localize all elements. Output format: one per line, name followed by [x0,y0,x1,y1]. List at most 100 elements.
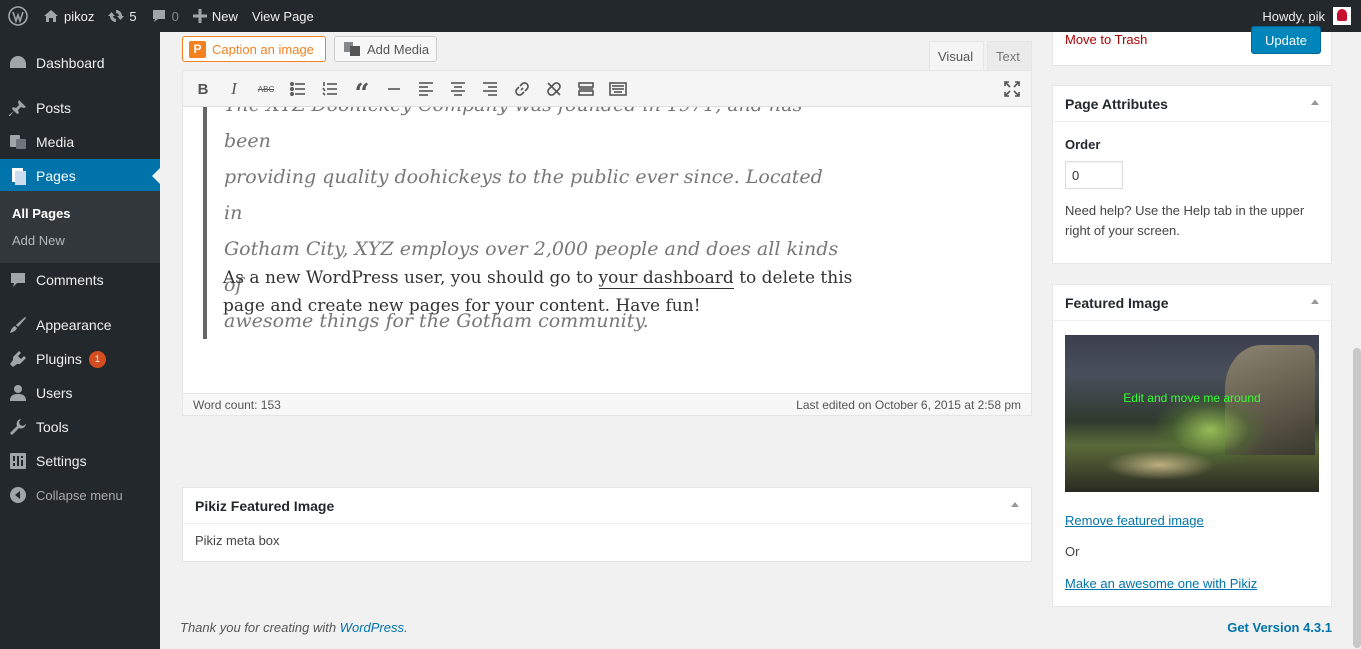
media-icon [344,42,360,56]
pages-icon [12,168,26,185]
plugins-update-badge: 1 [88,350,106,368]
avatar [1333,7,1351,25]
move-to-trash-link[interactable]: Move to Trash [1065,32,1147,47]
sidebar-item-label: Dashboard [36,55,105,71]
footer-thanks: Thank you for creating with WordPress. [180,620,408,635]
my-account[interactable]: Howdy, pik [1262,7,1361,25]
remove-featured-image-link[interactable]: Remove featured image [1065,513,1204,528]
wordpress-logo-icon[interactable] [0,0,36,32]
featured-image-thumbnail[interactable]: Edit and move me around [1065,335,1319,492]
updates-icon [108,10,125,22]
view-page-label: View Page [251,8,314,24]
sidebar-item-dashboard[interactable]: Dashboard [0,46,160,80]
caption-image-button[interactable]: P Caption an image [182,36,326,62]
wordpress-link[interactable]: WordPress [340,620,404,635]
view-page-link[interactable]: View Page [245,0,321,32]
make-with-pikiz-link[interactable]: Make an awesome one with Pikiz [1065,576,1257,591]
paragraph-text: As a new WordPress user, you should go t… [223,268,599,288]
plus-icon [192,9,207,23]
footer-thanks-end: . [404,620,408,635]
insert-link-button[interactable] [510,77,534,101]
remove-link-button[interactable] [542,77,566,101]
toggle-arrow-icon[interactable] [1011,502,1019,507]
order-label: Order [1065,137,1101,152]
bold-button[interactable]: B [191,77,215,101]
italic-button[interactable]: I [222,77,246,101]
dashboard-link[interactable]: your dashboard [598,268,734,289]
sidebar-item-label: Comments [36,272,104,288]
last-edited: Last edited on October 6, 2015 at 2:58 p… [796,397,1021,412]
comment-icon [11,273,25,287]
sidebar-item-pages[interactable]: Pages [0,159,160,193]
bullet-list-icon [290,82,305,96]
toolbar-toggle-button[interactable] [606,77,630,101]
scrollbar-thumb[interactable] [1353,348,1361,648]
tab-text-label: Text [996,49,1020,64]
unlink-icon [547,82,561,96]
align-right-icon [483,82,497,96]
sidebar-item-users[interactable]: Users [0,376,160,410]
numbered-list-button[interactable] [318,77,342,101]
submenu-add-new[interactable]: Add New [12,233,65,248]
pikiz-featured-image-box: Pikiz Featured Image Pikiz meta box [182,487,1032,562]
read-more-button[interactable] [574,77,598,101]
keyboard-icon [609,82,627,96]
word-count: Word count: 153 [193,397,281,412]
bullet-list-button[interactable] [286,77,310,101]
collapse-menu-button[interactable]: Collapse menu [0,478,160,512]
collapse-arrow-icon [10,487,26,503]
toggle-arrow-icon[interactable] [1311,100,1319,105]
wrench-icon [10,419,26,435]
sidebar-item-label: Settings [36,453,87,469]
tab-text[interactable]: Text [987,41,1032,71]
blockquote-button[interactable]: “ [350,77,374,109]
version-link[interactable]: Get Version 4.3.1 [1227,620,1332,635]
settings-icon [10,453,26,469]
add-media-button[interactable]: Add Media [334,36,437,62]
sidebar-item-settings[interactable]: Settings [0,444,160,478]
image-overlay-text: Edit and move me around [1123,391,1261,405]
howdy-text: Howdy, pik [1262,8,1325,24]
fullscreen-button[interactable] [1000,77,1024,101]
order-field[interactable] [1065,161,1123,189]
postbox-title[interactable]: Pikiz Featured Image [183,488,1031,524]
align-left-icon [419,82,433,96]
sidebar-item-label: Plugins [36,351,82,367]
toggle-arrow-icon[interactable] [1311,299,1319,304]
editor-status-bar: Word count: 153 Last edited on October 6… [183,393,1031,415]
new-content-link[interactable]: New [186,0,245,32]
postbox-title[interactable]: Featured Image [1053,285,1331,321]
sidebar-item-tools[interactable]: Tools [0,410,160,444]
sidebar-item-media[interactable]: Media [0,125,160,159]
updates-count: 5 [129,8,137,24]
tab-visual[interactable]: Visual [929,41,984,71]
sidebar-item-plugins[interactable]: Plugins 1 [0,342,160,376]
strikethrough-button[interactable]: ABC [254,77,278,101]
image-water [1105,450,1215,480]
paragraph: As a new WordPress user, you should go t… [223,264,883,320]
featured-image-box: Featured Image Edit and move me around R… [1052,284,1332,607]
align-right-button[interactable] [478,77,502,101]
update-button[interactable]: Update [1251,26,1321,54]
comments-link[interactable]: 0 [144,0,186,32]
add-media-label: Add Media [367,41,430,57]
user-icon [10,385,26,401]
align-center-button[interactable] [446,77,470,101]
pages-submenu: All Pages Add New [0,191,160,263]
read-more-icon [578,82,594,96]
caption-button-label: Caption an image [212,41,314,57]
submenu-all-pages[interactable]: All Pages [12,206,71,221]
editor-content[interactable]: The XYZ Doohickey Company was founded in… [183,107,1031,393]
plugin-icon [10,351,26,367]
pikiz-logo-icon: P [189,40,206,58]
comment-icon [152,10,165,22]
updates-link[interactable]: 5 [101,0,143,32]
align-left-button[interactable] [414,77,438,101]
postbox-title[interactable]: Page Attributes [1053,86,1331,122]
sidebar-item-appearance[interactable]: Appearance [0,308,160,342]
align-center-icon [451,82,465,96]
sidebar-item-comments[interactable]: Comments [0,263,160,297]
site-name-link[interactable]: pikoz [36,0,101,32]
horizontal-line-button[interactable] [382,77,406,101]
sidebar-item-posts[interactable]: Posts [0,91,160,125]
